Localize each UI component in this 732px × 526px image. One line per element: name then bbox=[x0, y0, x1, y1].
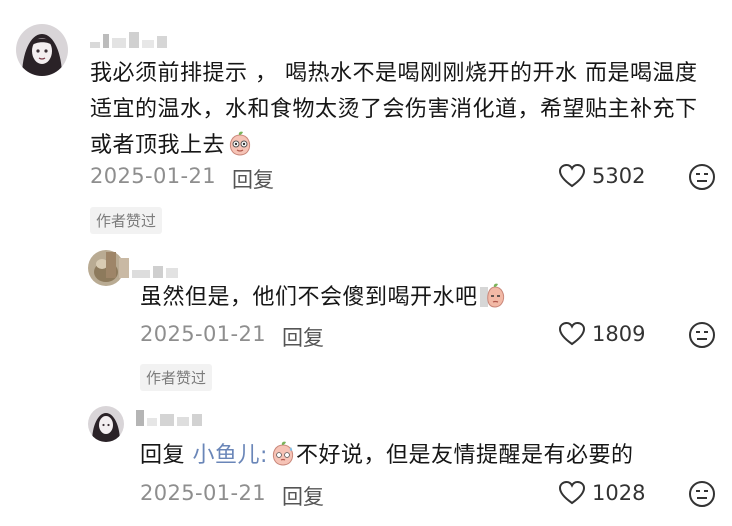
comment-text: 虽然但是，他们不会傻到喝开水吧 bbox=[140, 280, 506, 316]
comment-text: 我必须前排提示 ， 喝热水不是喝刚刚烧开的开水 而是喝温度 适宜的温水，水和食物… bbox=[90, 56, 720, 164]
comment-line-text: 不好说，但是友情提醒是有必要的 bbox=[295, 443, 634, 468]
comment-line: 我必须前排提示 ， 喝热水不是喝刚刚烧开的开水 而是喝温度 bbox=[90, 61, 698, 86]
comment-date: 2025-01-21 bbox=[140, 322, 267, 346]
comment-text: 回复 小鱼儿: 不好说，但是友情提醒是有必要的 bbox=[140, 438, 633, 474]
username-blurred[interactable] bbox=[106, 252, 178, 278]
reply-button[interactable]: 回复 bbox=[232, 164, 274, 194]
heart-outline-icon bbox=[558, 321, 586, 346]
face-emoji-icon[interactable] bbox=[688, 480, 716, 508]
like-count: 5302 bbox=[592, 164, 646, 188]
avatar[interactable] bbox=[16, 24, 68, 76]
author-liked-badge: 作者赞过 bbox=[90, 207, 163, 234]
face-emoji-icon[interactable] bbox=[688, 163, 716, 191]
comment-line-text: 或者顶我上去 bbox=[90, 133, 226, 158]
mention-link[interactable]: 小鱼儿: bbox=[193, 443, 268, 468]
face-emoji-icon[interactable] bbox=[688, 321, 716, 349]
comment-line: 适宜的温水，水和食物太烫了会伤害消化道，希望贴主补充下 bbox=[90, 97, 698, 122]
reply-button[interactable]: 回复 bbox=[282, 322, 324, 352]
username-blurred[interactable] bbox=[90, 30, 167, 48]
comment-date: 2025-01-21 bbox=[90, 164, 217, 188]
reply-button[interactable]: 回复 bbox=[282, 481, 324, 511]
like-count: 1809 bbox=[592, 322, 646, 346]
username-blurred[interactable] bbox=[136, 410, 202, 426]
reply-prefix: 回复 bbox=[140, 443, 186, 468]
heart-outline-icon bbox=[558, 163, 586, 188]
comment-line: 或者顶我上去 bbox=[90, 128, 720, 164]
like-button[interactable]: 5302 bbox=[558, 163, 645, 189]
like-button[interactable]: 1028 bbox=[558, 480, 645, 506]
sweat-emoji-icon bbox=[272, 441, 293, 466]
heart-outline-icon bbox=[558, 480, 586, 505]
comment-date: 2025-01-21 bbox=[140, 481, 267, 505]
avatar[interactable] bbox=[88, 406, 124, 442]
peach-emoji-icon bbox=[229, 131, 251, 156]
author-liked-badge: 作者赞过 bbox=[140, 364, 213, 391]
comment-line-text: 虽然但是，他们不会傻到喝开水吧 bbox=[140, 285, 478, 310]
like-button[interactable]: 1809 bbox=[558, 321, 645, 347]
peach-emoji-icon bbox=[479, 283, 504, 308]
like-count: 1028 bbox=[592, 481, 646, 505]
